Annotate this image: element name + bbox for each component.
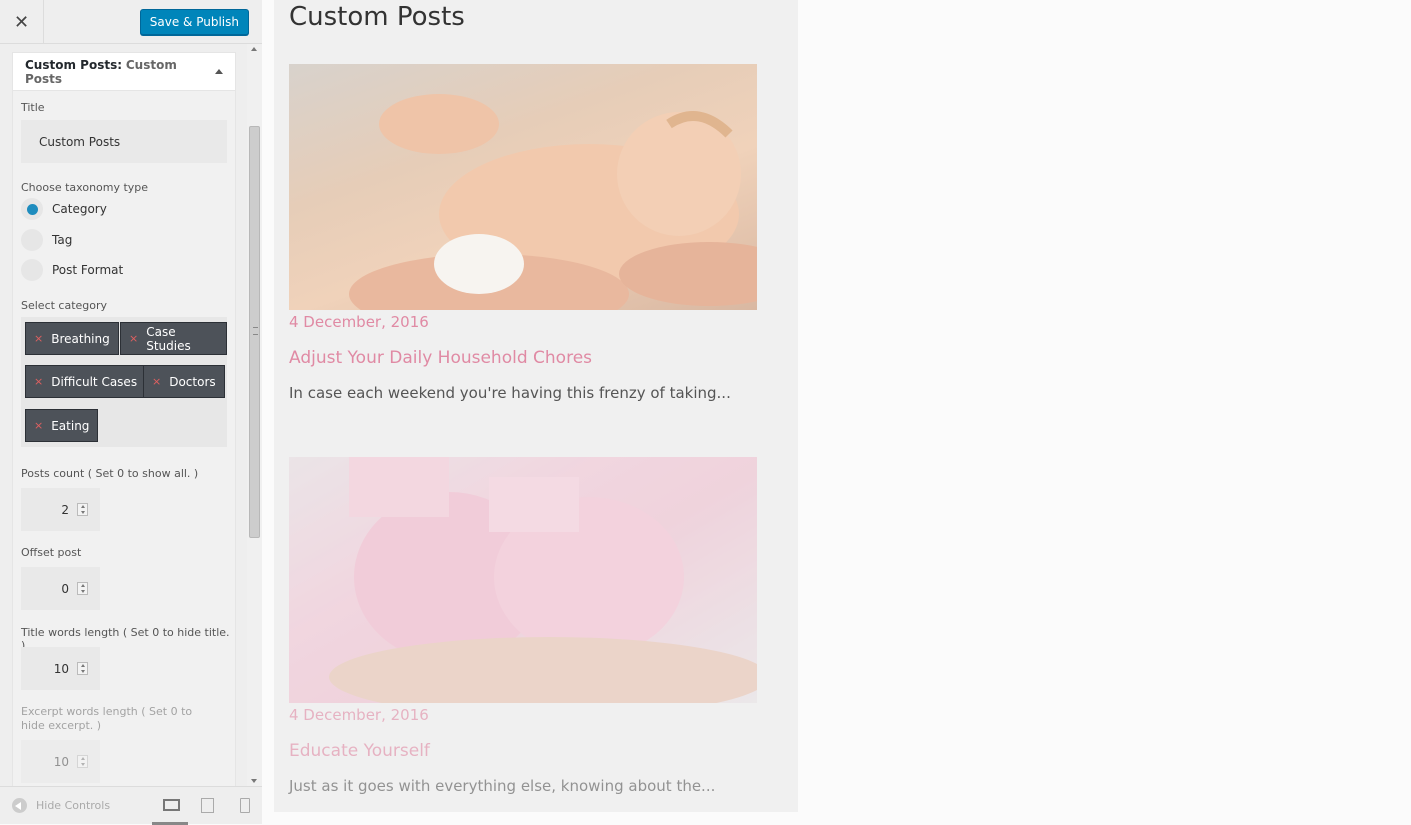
remove-icon[interactable]: × bbox=[129, 332, 138, 345]
post-excerpt: Just as it goes with everything else, kn… bbox=[289, 777, 716, 795]
grip-icon bbox=[253, 327, 258, 335]
post-thumbnail[interactable] bbox=[289, 457, 757, 703]
radio-post-format[interactable]: Post Format bbox=[21, 259, 123, 281]
post-date: 4 December, 2016 bbox=[289, 706, 429, 724]
customizer-header: ✕ Save & Publish bbox=[0, 0, 262, 44]
offset-stepper[interactable]: 0 bbox=[21, 567, 100, 610]
radio-label: Category bbox=[52, 202, 107, 216]
radio-label: Post Format bbox=[52, 263, 124, 277]
close-icon[interactable]: ✕ bbox=[0, 0, 44, 44]
spinner-icon[interactable] bbox=[77, 755, 88, 768]
tablet-preview-icon[interactable] bbox=[200, 798, 214, 813]
remove-icon[interactable]: × bbox=[152, 375, 161, 388]
radio-label: Tag bbox=[52, 233, 73, 247]
hide-controls-button[interactable]: Hide Controls bbox=[12, 798, 110, 813]
hide-controls-label: Hide Controls bbox=[36, 799, 111, 812]
scrollbar-thumb[interactable] bbox=[249, 126, 260, 538]
collapse-left-icon bbox=[12, 798, 27, 813]
spinner-icon[interactable] bbox=[77, 582, 88, 595]
remove-icon[interactable]: × bbox=[34, 375, 43, 388]
sidebar-scrollbar[interactable] bbox=[247, 44, 262, 786]
post-date: 4 December, 2016 bbox=[289, 313, 429, 331]
post-title-link[interactable]: Adjust Your Daily Household Chores bbox=[289, 348, 592, 368]
widget-form: Title Choose taxonomy type Category Tag … bbox=[13, 91, 235, 786]
radio-button[interactable] bbox=[21, 259, 43, 281]
taxonomy-label: Choose taxonomy type bbox=[21, 181, 149, 194]
excerpt-words-stepper[interactable]: 10 bbox=[21, 740, 100, 783]
posts-count-label: Posts count ( Set 0 to show all. ) bbox=[21, 467, 199, 480]
controls-scroll-area[interactable]: Custom Posts: Custom Posts Title Choose … bbox=[0, 44, 262, 786]
custom-posts-widget: Custom Posts: Custom Posts Title Choose … bbox=[12, 52, 236, 786]
collapse-arrow-icon[interactable] bbox=[215, 69, 223, 74]
scroll-down-icon[interactable] bbox=[251, 779, 257, 783]
radio-category[interactable]: Category bbox=[21, 198, 107, 220]
title-label: Title bbox=[21, 101, 45, 114]
spinner-icon[interactable] bbox=[77, 503, 88, 516]
excerpt-words-label: Excerpt words length ( Set 0 to hide exc… bbox=[21, 705, 193, 732]
live-preview[interactable]: Custom Posts 4 December, 2016 Adjust You… bbox=[274, 0, 798, 812]
customizer-sidebar: ✕ Save & Publish Custom Posts: Custom Po… bbox=[0, 0, 262, 825]
customizer-footer: Hide Controls bbox=[0, 786, 262, 825]
radio-tag[interactable]: Tag bbox=[21, 229, 72, 251]
category-tag[interactable]: × Case Studies bbox=[120, 322, 227, 355]
category-tag-label: Breathing bbox=[51, 331, 110, 346]
excerpt-words-value: 10 bbox=[53, 754, 69, 769]
post-excerpt: In case each weekend you're having this … bbox=[289, 384, 731, 402]
widget-preview-title: Custom Posts bbox=[289, 2, 465, 32]
title-words-value: 10 bbox=[53, 661, 69, 676]
posts-count-value: 2 bbox=[61, 502, 69, 517]
title-words-stepper[interactable]: 10 bbox=[21, 647, 100, 690]
mobile-preview-icon[interactable] bbox=[238, 798, 252, 813]
title-input[interactable] bbox=[21, 120, 227, 163]
remove-icon[interactable]: × bbox=[34, 332, 43, 345]
category-tag-label: Case Studies bbox=[146, 324, 191, 353]
post-title-link[interactable]: Educate Yourself bbox=[289, 741, 430, 761]
offset-label: Offset post bbox=[21, 546, 82, 559]
category-tag[interactable]: × Difficult Cases bbox=[25, 365, 147, 398]
category-tag-label: Eating bbox=[51, 418, 90, 433]
post-thumbnail[interactable] bbox=[289, 64, 757, 310]
posts-count-stepper[interactable]: 2 bbox=[21, 488, 100, 531]
widget-header[interactable]: Custom Posts: Custom Posts bbox=[13, 53, 235, 91]
radio-button[interactable] bbox=[21, 229, 43, 251]
select-category-label: Select category bbox=[21, 299, 108, 312]
desktop-preview-icon[interactable] bbox=[163, 798, 180, 812]
category-tag[interactable]: × Eating bbox=[25, 409, 99, 442]
category-tag[interactable]: × Breathing bbox=[25, 322, 119, 355]
spinner-icon[interactable] bbox=[77, 662, 88, 675]
save-publish-button[interactable]: Save & Publish bbox=[139, 9, 249, 35]
radio-button[interactable] bbox=[21, 198, 43, 220]
widget-title: Custom Posts: bbox=[25, 57, 123, 72]
offset-value: 0 bbox=[61, 581, 69, 596]
category-multiselect[interactable]: × Breathing × Case Studies × Difficult C… bbox=[21, 317, 227, 447]
category-tag-label: Difficult Cases bbox=[51, 374, 138, 389]
category-tag-label: Doctors bbox=[169, 374, 216, 389]
remove-icon[interactable]: × bbox=[34, 419, 43, 432]
scroll-up-icon[interactable] bbox=[251, 47, 257, 51]
category-tag[interactable]: × Doctors bbox=[143, 365, 225, 398]
